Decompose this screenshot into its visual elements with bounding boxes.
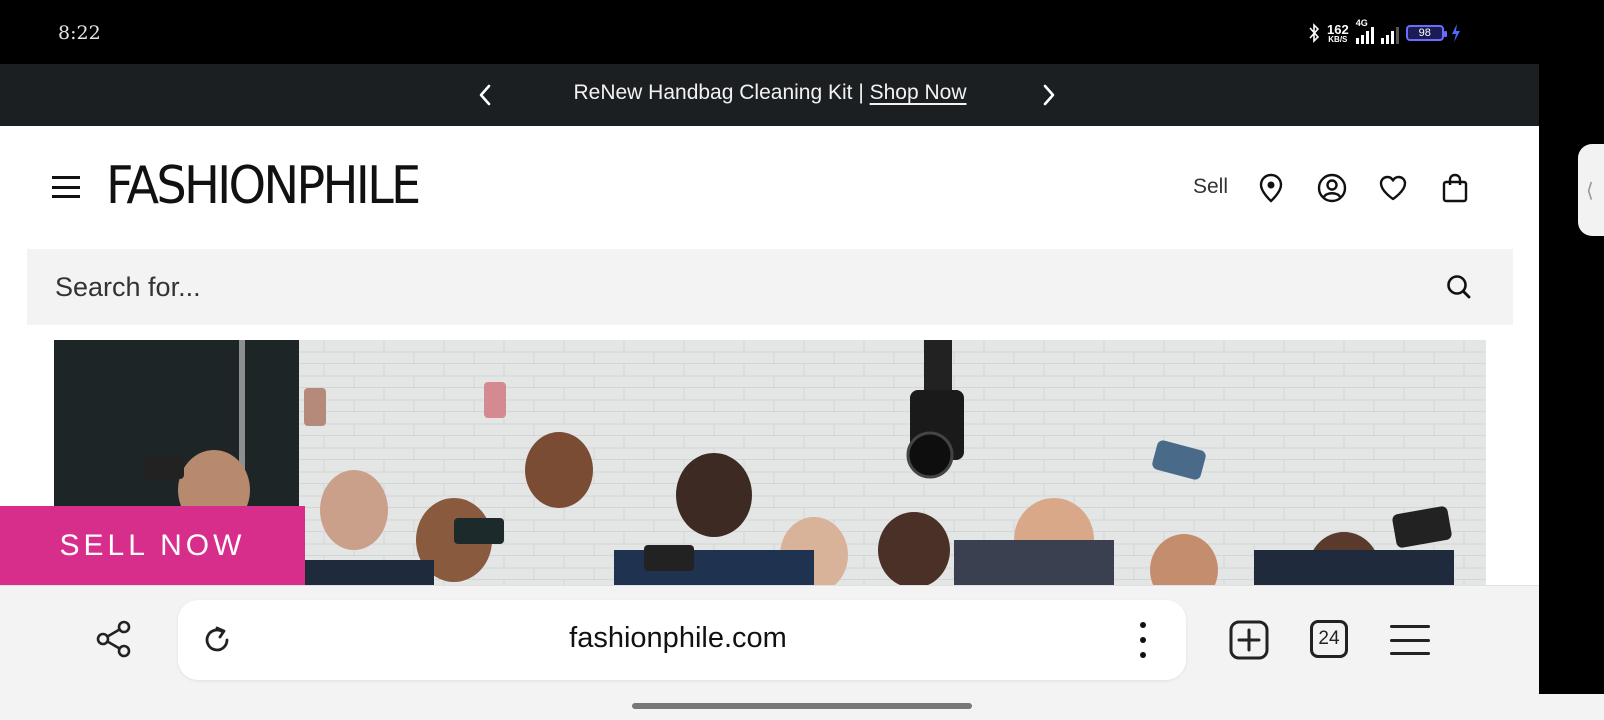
promo-message: ReNew Handbag Cleaning Kit | (573, 81, 870, 104)
battery-icon: 98 (1405, 25, 1447, 41)
browser-menu-icon[interactable] (1390, 625, 1430, 655)
promo-bar: ReNew Handbag Cleaning Kit | Shop Now (0, 64, 1539, 126)
status-icons: 162 KB/S 4G 98 (1308, 18, 1461, 46)
search-icon[interactable] (1443, 271, 1475, 303)
share-icon[interactable] (94, 619, 134, 659)
network-speed: 162 KB/S (1327, 23, 1349, 44)
bluetooth-icon (1309, 23, 1320, 43)
net-speed-value: 162 (1327, 21, 1349, 37)
gesture-bar[interactable] (632, 703, 972, 709)
location-pin-icon[interactable] (1253, 170, 1289, 206)
network-type: 4G (1355, 18, 1368, 28)
sell-link[interactable]: Sell (1193, 175, 1228, 199)
shopping-bag-icon[interactable] (1437, 170, 1473, 206)
web-page: ReNew Handbag Cleaning Kit | Shop Now FA… (0, 64, 1539, 585)
account-icon[interactable] (1314, 170, 1350, 206)
net-speed-unit: KB/S (1328, 34, 1348, 44)
more-vertical-icon[interactable] (1133, 620, 1153, 660)
signal-icon: 4G (1355, 18, 1374, 44)
battery-level: 98 (1418, 27, 1431, 39)
promo-next-button[interactable] (1034, 80, 1064, 110)
status-bar: 8:22 162 KB/S 4G 98 (0, 0, 1604, 64)
url-text[interactable]: fashionphile.com (238, 622, 1118, 655)
charging-icon (1451, 24, 1460, 42)
chevron-left-icon: ⟨ (1586, 179, 1594, 202)
tab-count: 24 (1318, 628, 1340, 649)
chevron-left-icon (479, 84, 491, 106)
site-logo[interactable]: FASHIONPHILE (106, 156, 421, 216)
search-input[interactable] (55, 269, 1355, 305)
address-bar[interactable]: fashionphile.com (178, 600, 1186, 680)
promo-text: ReNew Handbag Cleaning Kit | Shop Now (520, 81, 1020, 105)
new-tab-icon[interactable] (1228, 619, 1270, 661)
site-header: FASHIONPHILE Sell (0, 126, 1539, 244)
hamburger-menu-icon[interactable] (52, 174, 84, 200)
side-panel-handle[interactable]: ⟨ (1578, 144, 1604, 236)
chevron-right-icon (1043, 84, 1055, 106)
reload-icon[interactable] (200, 623, 234, 657)
browser-toolbar: fashionphile.com 24 (0, 585, 1539, 694)
promo-shop-now-link[interactable]: Shop Now (870, 81, 967, 104)
sell-now-button[interactable]: SELL NOW (0, 506, 305, 585)
status-time: 8:22 (58, 22, 101, 44)
tabs-icon[interactable]: 24 (1310, 620, 1348, 658)
promo-prev-button[interactable] (470, 80, 500, 110)
heart-icon[interactable] (1375, 170, 1411, 206)
signal-icon-2 (1380, 22, 1399, 44)
search-bar (27, 249, 1513, 325)
system-nav-area (0, 694, 1604, 720)
